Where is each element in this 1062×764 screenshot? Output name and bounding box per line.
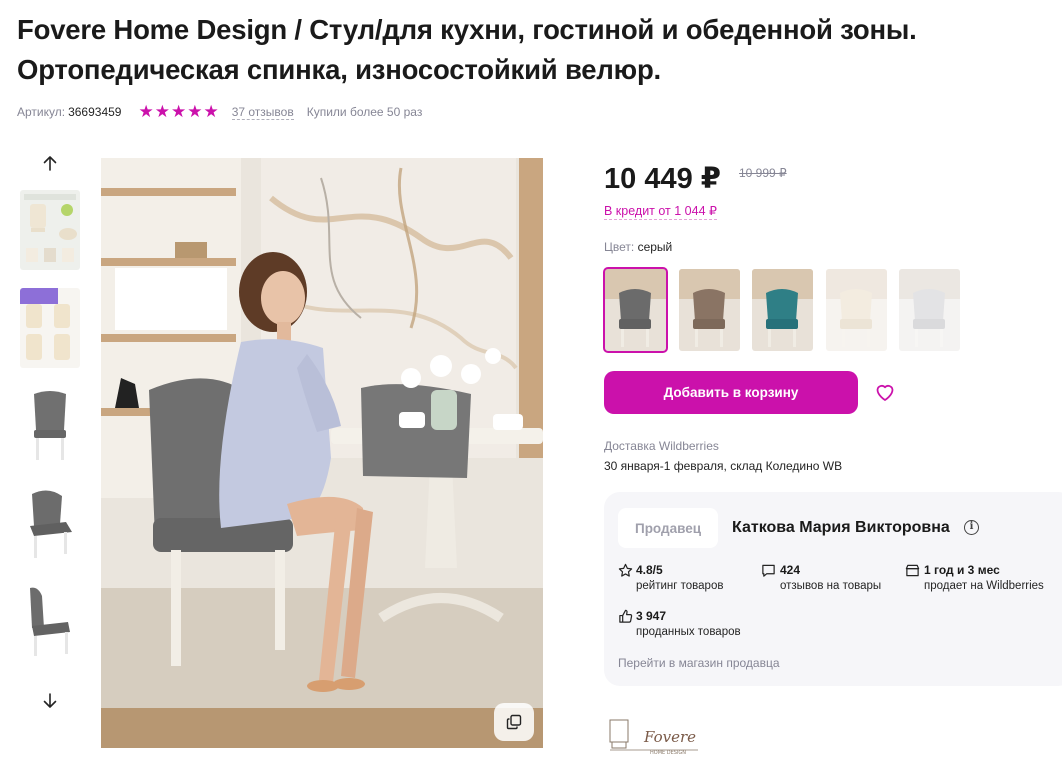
delivery-label: Доставка Wildberries [604, 439, 719, 453]
info-icon[interactable]: i [964, 520, 979, 535]
stat-reviews-label: отзывов на товары [780, 580, 882, 592]
heart-icon[interactable] [873, 380, 897, 404]
color-swatch-cream[interactable] [826, 269, 887, 351]
old-price: 10 999 ₽ [739, 166, 787, 180]
star-icon: ★ [170, 102, 187, 121]
star-outline-icon [618, 563, 633, 577]
reviews-link[interactable]: 37 отзывов [231, 105, 294, 120]
stat-sold-label: проданных товаров [636, 626, 741, 638]
gallery-thumb[interactable] [20, 386, 80, 466]
seller-tag: Продавец [618, 508, 718, 548]
store-icon [905, 564, 920, 577]
gallery-thumb[interactable] [20, 288, 80, 368]
color-line: Цвет: серый [604, 239, 672, 255]
star-icon: ★ [154, 102, 170, 121]
stat-tenure-label: продает на Wildberries [924, 580, 1044, 592]
add-to-cart-button[interactable]: Добавить в корзину [604, 371, 858, 414]
brand-logo[interactable]: Fovere HOME DESIGN [606, 712, 702, 760]
thumbs-up-icon [619, 609, 633, 623]
stat-tenure-value: 1 год и 3 мес [924, 563, 1000, 577]
stat-rating-label: рейтинг товаров [636, 580, 724, 592]
color-value: серый [637, 240, 673, 254]
arrow-up-icon[interactable] [39, 152, 61, 174]
color-swatch-brown[interactable] [679, 269, 740, 351]
delivery-value: 30 января-1 февраля, склад Коледино WB [604, 459, 843, 473]
gallery-thumb[interactable] [20, 190, 80, 270]
rating-stars: ★ ★ ★ ★ ★ [138, 103, 219, 121]
message-icon [762, 564, 775, 577]
article-value[interactable]: 36693459 [68, 105, 121, 119]
main-product-photo[interactable] [101, 158, 543, 748]
stat-reviews-value: 424 [780, 563, 801, 577]
seller-shop-link[interactable]: Перейти в магазин продавца [618, 656, 780, 670]
color-swatch-light-grey[interactable] [899, 269, 960, 351]
product-title: Fovere Home Design / Стул/для кухни, гос… [17, 14, 917, 85]
star-icon: ★ [138, 102, 154, 121]
copy-icon[interactable] [494, 703, 534, 741]
gallery-thumb[interactable] [20, 582, 80, 662]
bought-count: Купили более 50 раз [306, 105, 423, 119]
stat-rating: 4.8/5 рейтинг товаров [636, 562, 723, 594]
stat-reviews: 424 отзывов на товары [780, 562, 881, 594]
stat-tenure: 1 год и 3 мес продает на Wildberries [924, 562, 1044, 594]
svg-text:HOME DESIGN: HOME DESIGN [650, 750, 686, 756]
star-icon: ★ [187, 102, 203, 121]
color-swatch-teal[interactable] [752, 269, 813, 351]
article-label: Артикул: [17, 105, 66, 119]
star-icon: ★ [203, 102, 219, 121]
stat-rating-value: 4.8/5 [636, 563, 663, 577]
credit-link[interactable]: В кредит от 1 044 ₽ [604, 203, 717, 220]
stat-sold: 3 947 проданных товаров [636, 608, 741, 640]
product-meta: Артикул: 36693459 ★ ★ ★ ★ ★ 37 отзывов К… [17, 103, 422, 121]
color-label: Цвет: [604, 240, 635, 254]
stat-sold-value: 3 947 [636, 609, 667, 623]
gallery-thumb[interactable] [20, 484, 80, 564]
current-price: 10 449 ₽ [604, 163, 721, 195]
svg-text:Fovere: Fovere [643, 728, 696, 746]
seller-name[interactable]: Каткова Мария Викторовна [732, 518, 950, 538]
seller-card: Продавец Каткова Мария Викторовна i 4.8/… [604, 492, 1062, 686]
arrow-down-icon[interactable] [39, 690, 61, 712]
color-swatch-grey[interactable] [603, 267, 668, 353]
